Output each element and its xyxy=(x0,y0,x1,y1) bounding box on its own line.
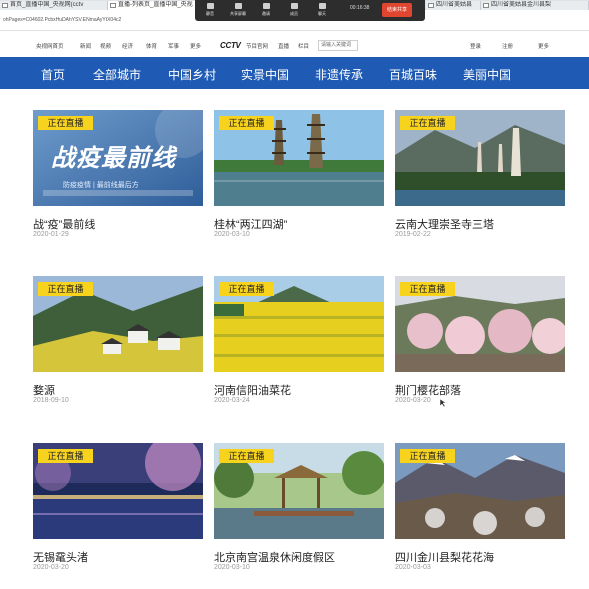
card-thumbnail[interactable]: 正在直播 xyxy=(214,276,384,372)
tab-favicon-icon xyxy=(483,3,489,8)
tab-favicon-icon xyxy=(2,3,8,8)
card-title[interactable]: 荆门樱花部落 xyxy=(395,382,461,398)
nav-item-home[interactable]: 首页 xyxy=(41,66,65,83)
cctv-logo[interactable]: CCTV xyxy=(220,41,241,50)
card-title[interactable]: 桂林“两江四湖” xyxy=(214,216,287,232)
card-thumbnail[interactable]: 正在直播 xyxy=(214,443,384,539)
card-title[interactable]: 云南大理崇圣寺三塔 xyxy=(395,216,494,232)
browser-tab[interactable]: 四川省美姑县金川县梨 xyxy=(481,1,589,10)
top-link[interactable]: 体育 xyxy=(146,42,157,50)
top-link-more[interactable]: 更多 xyxy=(190,42,201,50)
card-title[interactable]: 婺源 xyxy=(33,382,55,398)
live-card[interactable]: 正在直播 河南信阳油菜花 2020-03-24 xyxy=(214,276,384,404)
card-date: 2020-03-10 xyxy=(214,564,250,571)
card-thumbnail[interactable]: 战疫最前线 防疫疫情 | 最前线最后方 正在直播 xyxy=(33,110,203,206)
card-date: 2018-09-10 xyxy=(33,397,69,404)
main-nav: 首页 全部城市 中国乡村 实景中国 非遗传承 百城百味 美丽中国 xyxy=(0,57,589,89)
card-date: 2020-03-03 xyxy=(395,564,431,571)
live-card[interactable]: 正在直播 荆门樱花部落 2020-03-20 xyxy=(395,276,565,404)
poster-headline: 战疫最前线 xyxy=(51,145,176,172)
card-date: 2020-03-20 xyxy=(395,397,431,404)
top-link[interactable]: 军事 xyxy=(168,42,179,50)
card-thumbnail[interactable]: 正在直播 xyxy=(395,110,565,206)
live-badge: 正在直播 xyxy=(219,449,274,463)
top-link[interactable]: 新闻 xyxy=(80,42,91,50)
top-link[interactable]: 央视网首页 xyxy=(36,42,64,50)
live-badge: 正在直播 xyxy=(400,282,455,296)
live-badge: 正在直播 xyxy=(38,116,93,130)
card-title[interactable]: 战“疫”最前线 xyxy=(33,216,95,232)
browser-tab[interactable]: 四川省美姑县 xyxy=(426,1,481,10)
card-date: 2020-03-20 xyxy=(33,564,69,571)
meeting-toolbar: 静音 共享屏幕 邀请 成员 聊天 00:16:38 结束共享 xyxy=(195,0,425,21)
login-link[interactable]: 登录 xyxy=(470,42,481,50)
search-input[interactable]: 请输入关键词 xyxy=(318,40,358,51)
live-badge: 正在直播 xyxy=(219,282,274,296)
card-thumbnail[interactable]: 正在直播 xyxy=(395,443,565,539)
card-date: 2020-03-10 xyxy=(214,231,250,238)
cctv-subtitle: 节目官网 xyxy=(246,44,269,50)
live-badge: 正在直播 xyxy=(400,116,455,130)
live-badge: 正在直播 xyxy=(219,116,274,130)
card-thumbnail[interactable]: 正在直播 xyxy=(395,276,565,372)
nav-item-rural-china[interactable]: 中国乡村 xyxy=(168,66,216,83)
live-badge: 正在直播 xyxy=(38,282,93,296)
mouse-cursor-icon xyxy=(440,399,446,407)
browser-tab[interactable]: 首页_直播中国_央视网(cctv xyxy=(0,1,108,10)
live-card[interactable]: 正在直播 桂林“两江四湖” 2020-03-10 xyxy=(214,110,384,238)
mute-button[interactable]: 静音 xyxy=(198,2,222,19)
card-date: 2019-02-22 xyxy=(395,231,431,238)
browser-tab-active[interactable]: 直播-列表页_直播中国_央视 xyxy=(108,1,198,10)
register-link[interactable]: 注册 xyxy=(502,42,513,50)
live-card[interactable]: 正在直播 四川金川县梨花花海 2020-03-03 xyxy=(395,443,565,571)
live-card[interactable]: 正在直播 婺源 2018-09-10 xyxy=(33,276,203,404)
live-badge: 正在直播 xyxy=(400,449,455,463)
meeting-timer: 00:16:38 xyxy=(350,5,370,11)
chat-button[interactable]: 聊天 xyxy=(310,2,334,19)
tab-favicon-icon xyxy=(428,3,434,8)
members-icon xyxy=(290,3,298,9)
card-thumbnail[interactable]: 正在直播 xyxy=(214,110,384,206)
nav-item-beautiful-china[interactable]: 美丽中国 xyxy=(463,66,511,83)
top-link[interactable]: 栏目 xyxy=(298,42,309,50)
more-link[interactable]: 更多 xyxy=(538,42,549,50)
card-thumbnail[interactable]: 正在直播 xyxy=(33,443,203,539)
nav-item-live-china[interactable]: 实景中国 xyxy=(241,66,289,83)
screen-icon xyxy=(234,3,242,9)
nav-item-heritage[interactable]: 非遗传承 xyxy=(315,66,363,83)
tab-favicon-icon xyxy=(110,3,116,8)
card-date: 2020-01-29 xyxy=(33,231,69,238)
live-card[interactable]: 正在直播 北京南宫温泉休闲度假区 2020-03-10 xyxy=(214,443,384,571)
card-date: 2020-03-24 xyxy=(214,397,250,404)
nav-item-all-cities[interactable]: 全部城市 xyxy=(93,66,141,83)
top-link[interactable]: 经济 xyxy=(122,42,133,50)
card-title[interactable]: 河南信阳油菜花 xyxy=(214,382,291,398)
live-card[interactable]: 战疫最前线 防疫疫情 | 最前线最后方 正在直播 战“疫”最前线 2020-01… xyxy=(33,110,203,238)
chat-icon xyxy=(318,3,326,9)
members-button[interactable]: 成员 xyxy=(282,2,306,19)
address-url[interactable]: ohPages=C04602.PcbxHuDAhYSV.ENmaAyYtX04c… xyxy=(3,17,121,23)
live-card[interactable]: 正在直播 云南大理崇圣寺三塔 2019-02-22 xyxy=(395,110,565,238)
card-title[interactable]: 无锡鼋头渚 xyxy=(33,549,88,565)
invite-icon xyxy=(262,3,270,9)
top-link[interactable]: 视频 xyxy=(100,42,111,50)
top-link[interactable]: 直播 xyxy=(278,42,289,50)
microphone-icon xyxy=(206,3,214,9)
poster-subline: 防疫疫情 | 最前线最后方 xyxy=(63,182,139,189)
live-badge: 正在直播 xyxy=(38,449,93,463)
live-card[interactable]: 正在直播 无锡鼋头渚 2020-03-20 xyxy=(33,443,203,571)
invite-button[interactable]: 邀请 xyxy=(254,2,278,19)
stop-share-button[interactable]: 结束共享 xyxy=(382,3,412,17)
card-title[interactable]: 北京南宫温泉休闲度假区 xyxy=(214,549,335,565)
nav-item-city-flavors[interactable]: 百城百味 xyxy=(389,66,437,83)
site-top-bar: 央视网首页 新闻 视频 经济 体育 军事 更多 CCTV 节目官网 直播 栏目 … xyxy=(0,38,589,54)
share-screen-button[interactable]: 共享屏幕 xyxy=(226,2,250,19)
card-title[interactable]: 四川金川县梨花花海 xyxy=(395,549,494,565)
card-thumbnail[interactable]: 正在直播 xyxy=(33,276,203,372)
